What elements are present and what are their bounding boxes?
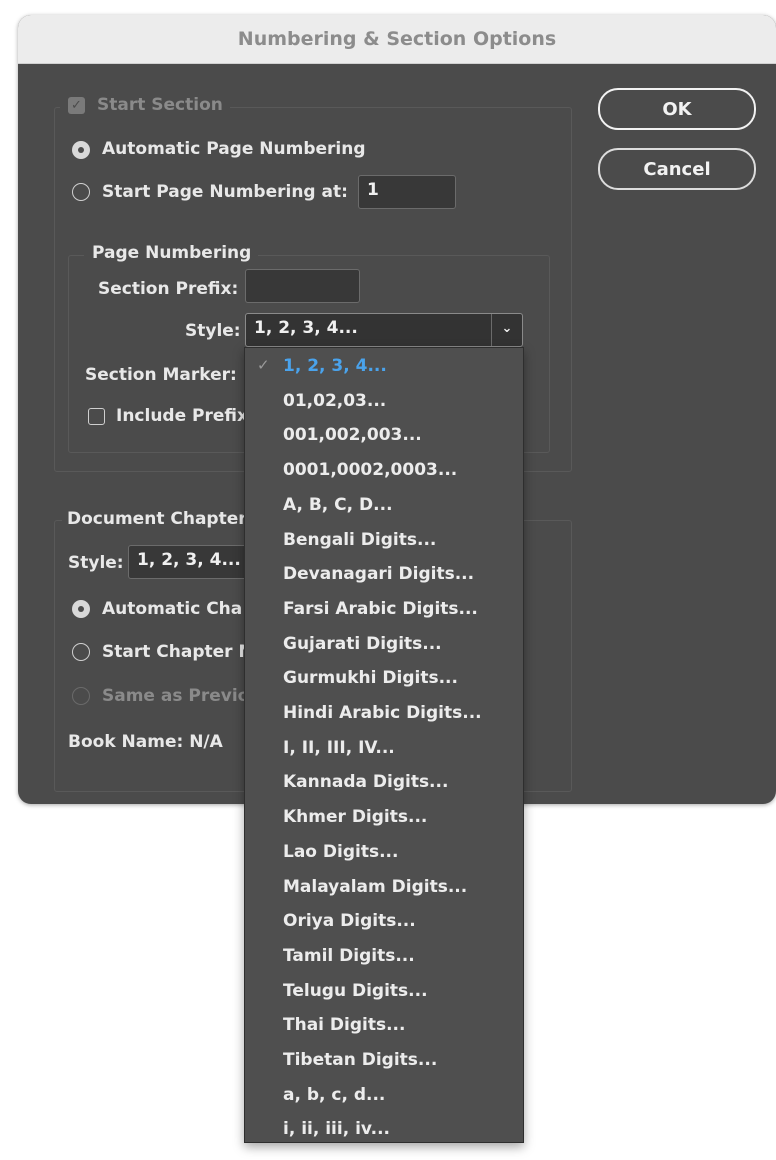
chapter-style-label: Style: [68,553,124,573]
style-option[interactable]: Telugu Digits... [283,981,428,1001]
style-dropdown-menu: ✓ 1, 2, 3, 4... 01,02,03... 001,002,003...… [244,347,524,1143]
start-page-numbering-label: Start Page Numbering at: [102,182,348,202]
style-option[interactable]: Malayalam Digits... [283,877,467,897]
book-name-label: Book Name: N/A [68,732,223,752]
start-chapter-radio[interactable] [72,643,90,661]
style-option[interactable]: 1, 2, 3, 4... [283,356,387,376]
include-prefix-checkbox[interactable] [88,408,105,425]
automatic-page-numbering-radio[interactable] [72,141,90,159]
start-section-label: Start Section [97,95,223,115]
document-chapter-group-label: Document Chapter [67,509,247,529]
dialog-title: Numbering & Section Options [18,15,776,64]
style-option[interactable]: Tibetan Digits... [283,1050,437,1070]
chevron-down-icon: ⌄ [491,314,522,346]
style-option[interactable]: Kannada Digits... [283,772,448,792]
style-option[interactable]: Bengali Digits... [283,530,436,550]
style-option[interactable]: 0001,0002,0003... [283,460,457,480]
section-prefix-label: Section Prefix: [98,279,239,299]
same-as-previous-radio[interactable] [72,687,90,705]
automatic-page-numbering-label: Automatic Page Numbering [102,139,366,159]
start-section-checkbox[interactable]: ✓ [68,97,85,114]
start-page-numbering-radio[interactable] [72,183,90,201]
page-style-label: Style: [185,321,241,341]
section-marker-label: Section Marker: [85,365,237,385]
style-option[interactable]: Tamil Digits... [283,946,415,966]
style-option[interactable]: Devanagari Digits... [283,564,474,584]
page-numbering-group-label: Page Numbering [92,243,252,263]
automatic-chapter-radio[interactable] [72,600,90,618]
style-option[interactable]: 01,02,03... [283,391,386,411]
style-option[interactable]: i, ii, iii, iv... [283,1119,390,1139]
include-prefix-label: Include Prefix [116,406,248,426]
page-style-value: 1, 2, 3, 4... [254,318,358,338]
cancel-button[interactable]: Cancel [598,148,756,190]
start-chapter-label: Start Chapter N [102,642,253,662]
section-prefix-input[interactable] [245,269,360,303]
style-option[interactable]: A, B, C, D... [283,495,393,515]
start-page-number-input[interactable]: 1 [358,175,456,209]
checkmark-icon: ✓ [257,356,270,374]
automatic-chapter-label: Automatic Cha [102,599,243,619]
style-option[interactable]: Oriya Digits... [283,911,416,931]
same-as-previous-label: Same as Previo [102,686,250,706]
style-option[interactable]: a, b, c, d... [283,1085,385,1105]
style-option[interactable]: Hindi Arabic Digits... [283,703,482,723]
style-option[interactable]: Lao Digits... [283,842,398,862]
style-option[interactable]: Thai Digits... [283,1015,405,1035]
style-option[interactable]: Farsi Arabic Digits... [283,599,478,619]
style-option[interactable]: 001,002,003... [283,425,422,445]
style-option[interactable]: Gurmukhi Digits... [283,668,458,688]
style-option[interactable]: I, II, III, IV... [283,738,395,758]
ok-button[interactable]: OK [598,88,756,130]
page-style-select[interactable]: 1, 2, 3, 4... ⌄ [245,313,523,347]
style-option[interactable]: Gujarati Digits... [283,634,442,654]
style-option[interactable]: Khmer Digits... [283,807,427,827]
